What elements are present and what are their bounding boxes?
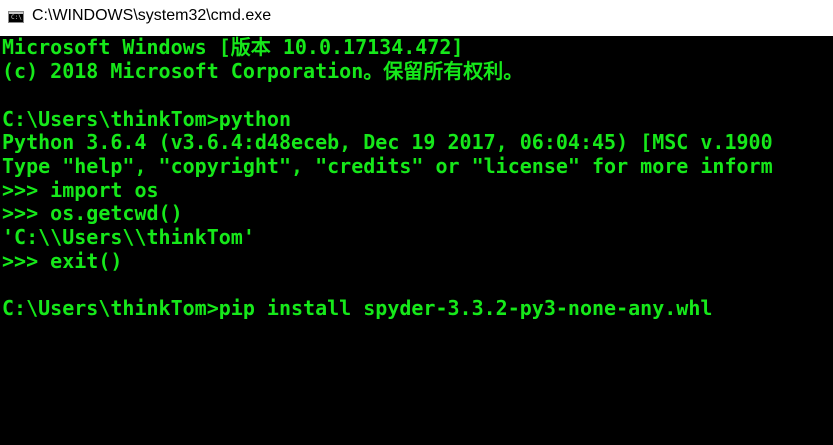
console-line: >>> os.getcwd() bbox=[2, 201, 183, 225]
console-line: (c) 2018 Microsoft Corporation。保留所有权利。 bbox=[2, 59, 524, 83]
console-line: Python 3.6.4 (v3.6.4:d48eceb, Dec 19 201… bbox=[2, 130, 773, 154]
console-line: Type "help", "copyright", "credits" or "… bbox=[2, 154, 773, 178]
cmd-icon: C:\ bbox=[8, 11, 24, 23]
console-line: Microsoft Windows [版本 10.0.17134.472] bbox=[2, 36, 464, 59]
console-line: C:\Users\thinkTom>python bbox=[2, 107, 291, 131]
console-line: >>> import os bbox=[2, 178, 159, 202]
title-bar[interactable]: C:\ C:\WINDOWS\system32\cmd.exe bbox=[0, 0, 833, 36]
console-output[interactable]: Microsoft Windows [版本 10.0.17134.472] (c… bbox=[0, 36, 833, 445]
console-prompt-line: C:\Users\thinkTom>pip install spyder-3.3… bbox=[2, 296, 713, 320]
console-line: >>> exit() bbox=[2, 249, 123, 273]
window-title: C:\WINDOWS\system32\cmd.exe bbox=[32, 7, 272, 24]
console-line: 'C:\\Users\\thinkTom' bbox=[2, 225, 255, 249]
cmd-window: C:\ C:\WINDOWS\system32\cmd.exe Microsof… bbox=[0, 0, 833, 445]
cmd-icon-glyph: C:\ bbox=[11, 14, 22, 21]
